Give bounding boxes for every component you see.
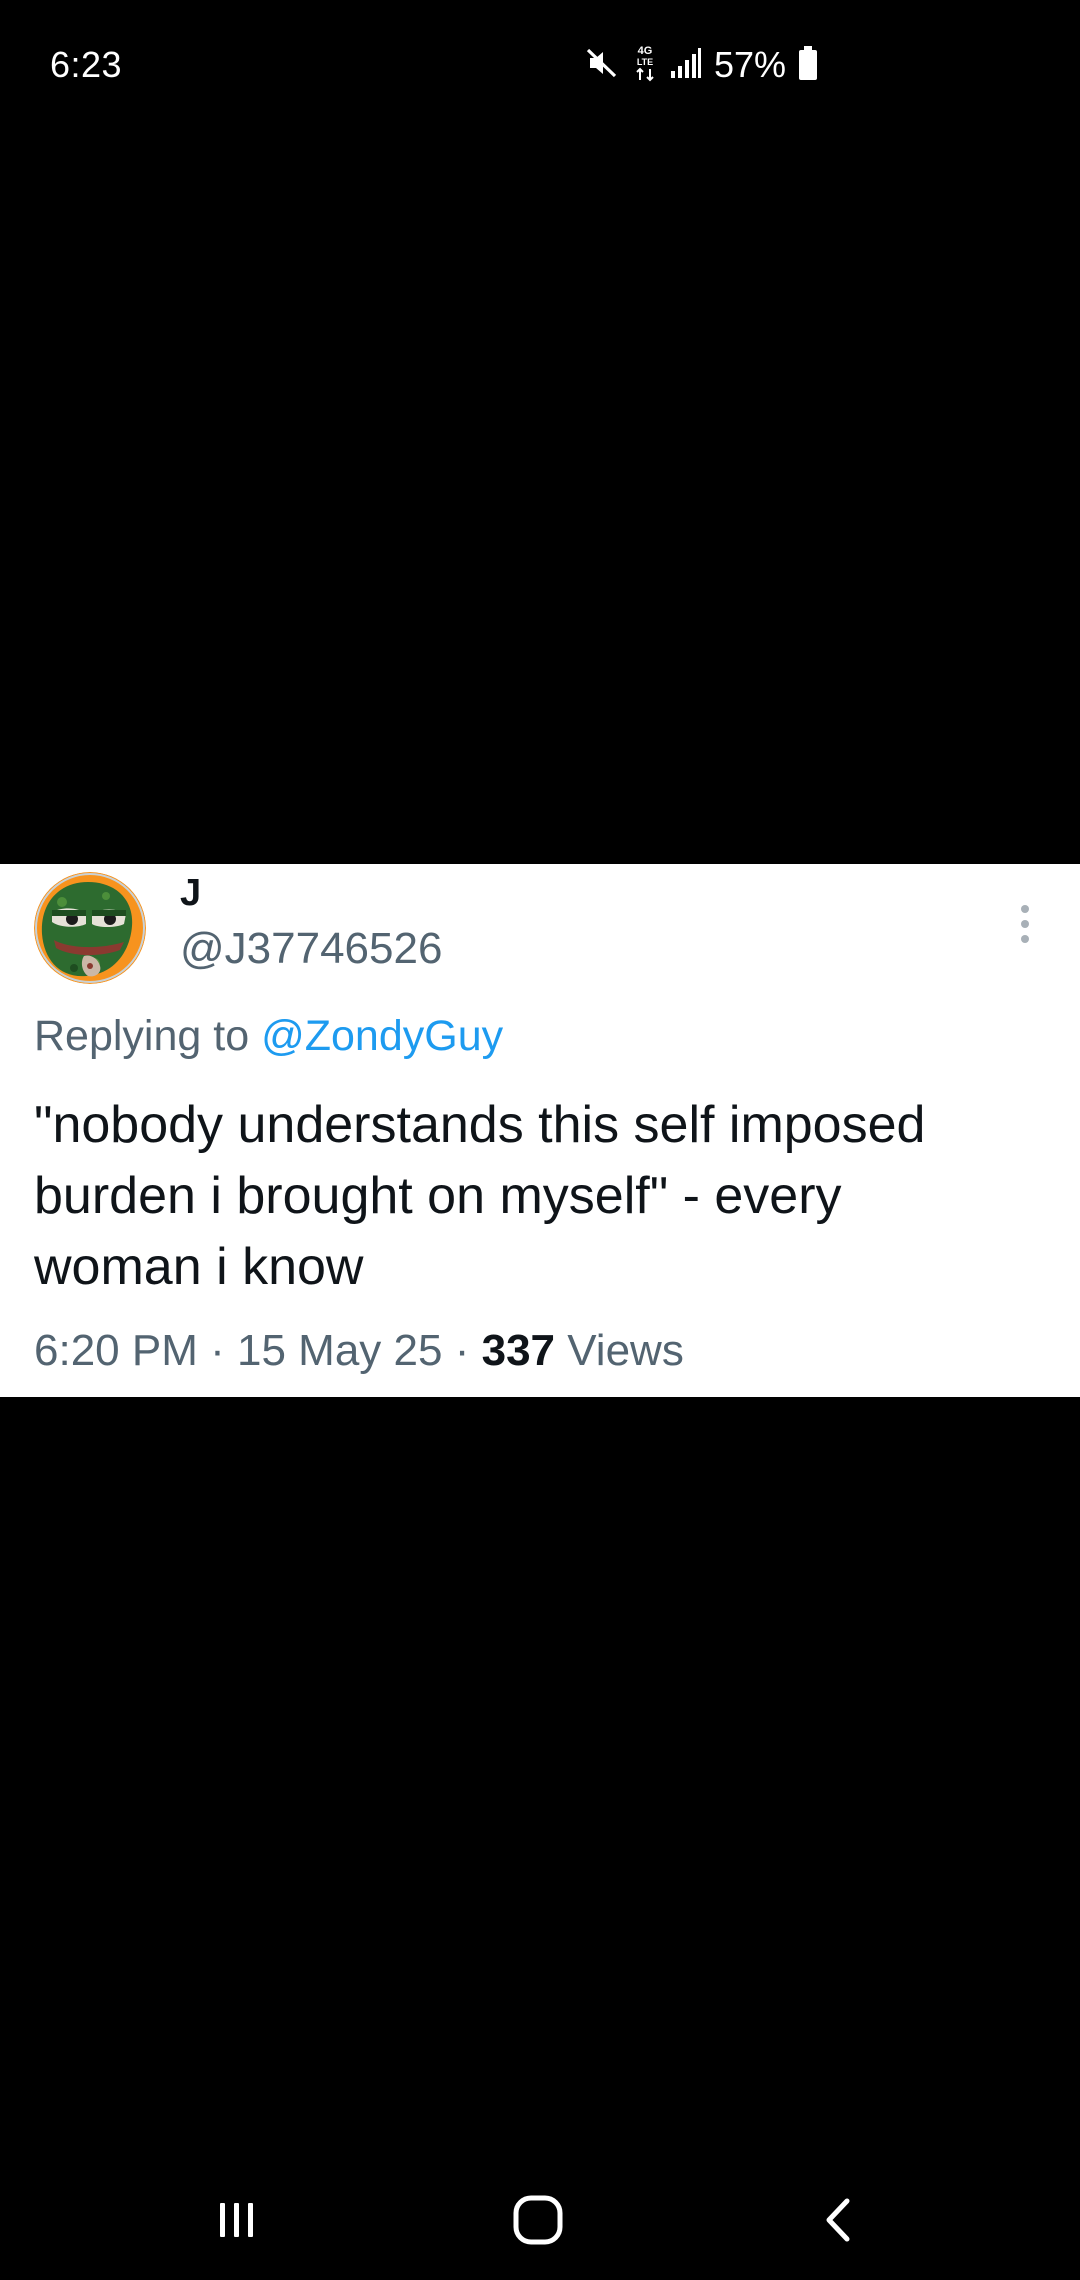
frog-avatar [34, 872, 146, 984]
status-time: 6:23 [50, 44, 123, 85]
tweet-card: J @J37746526 Replying to @ZondyGuy "nobo… [0, 864, 1080, 1397]
back-icon [826, 2198, 850, 2242]
signal-icon [670, 47, 702, 84]
status-bar: 6:23 4G LTE 57% [0, 0, 1080, 130]
more-vertical-icon [1021, 905, 1029, 913]
user-avatar[interactable] [34, 872, 146, 984]
reply-prefix: Replying to [34, 1012, 250, 1060]
views-label[interactable]: Views [567, 1326, 684, 1375]
svg-text:4G: 4G [638, 45, 653, 57]
display-name[interactable]: J [180, 872, 201, 915]
recent-apps-button[interactable] [177, 2160, 297, 2280]
meta-separator: · [454, 1326, 470, 1375]
more-vertical-icon-dot [1021, 920, 1029, 928]
status-icons: 4G LTE 57% [584, 44, 818, 86]
user-handle[interactable]: @J37746526 [180, 924, 442, 974]
tweet-date[interactable]: 15 May 25 [237, 1326, 442, 1375]
home-button[interactable] [478, 2160, 598, 2280]
replying-to: Replying to @ZondyGuy [34, 1012, 503, 1061]
reply-mention-link[interactable]: @ZondyGuy [261, 1012, 503, 1060]
4g-lte-icon: 4G LTE [632, 43, 658, 88]
more-options-button[interactable] [1010, 894, 1040, 954]
tweet-time[interactable]: 6:20 PM [34, 1326, 198, 1375]
battery-icon [798, 45, 818, 86]
meta-separator: · [210, 1326, 225, 1375]
navigation-bar [0, 2160, 1080, 2280]
home-icon [513, 2195, 563, 2245]
battery-percent: 57% [714, 44, 787, 85]
tweet-meta: 6:20 PM · 15 May 25 · 337 Views [34, 1326, 684, 1376]
recent-apps-icon [220, 2203, 253, 2237]
mute-icon [584, 45, 620, 86]
views-count[interactable]: 337 [482, 1326, 555, 1375]
more-vertical-icon-dot [1021, 935, 1029, 943]
back-button[interactable] [780, 2160, 900, 2280]
svg-text:LTE: LTE [637, 57, 653, 67]
tweet-text: "nobody understands this self imposed bu… [34, 1096, 926, 1296]
